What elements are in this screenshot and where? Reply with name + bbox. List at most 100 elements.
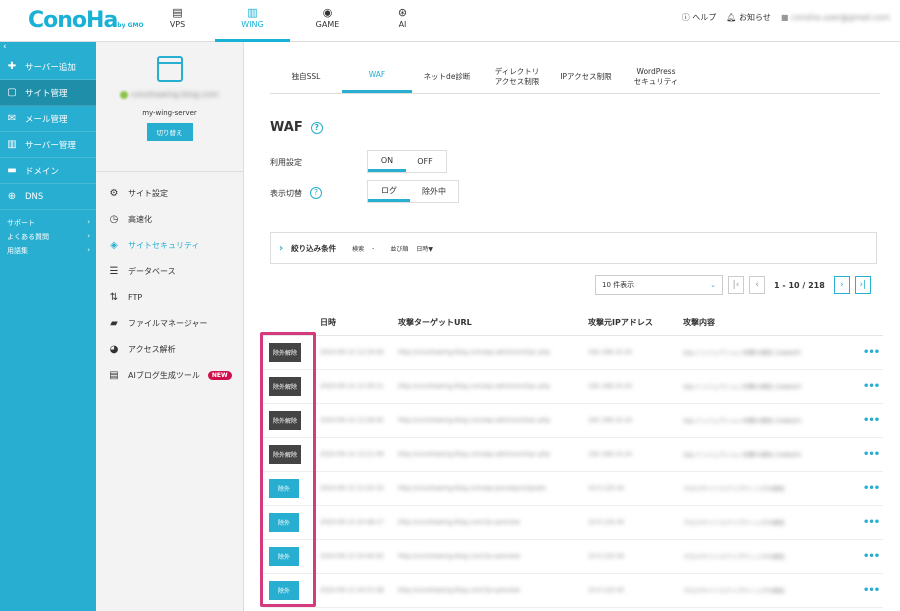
transfer-icon: ⇅ — [109, 291, 119, 303]
tab-wordpress-security[interactable]: WordPress セキュリティ — [620, 60, 692, 93]
help-icon[interactable]: ? — [310, 187, 322, 199]
row-attack: クロスサイトスクリプティングの検知 — [683, 588, 785, 595]
server-icon: ▥ — [7, 139, 17, 150]
view-log-option[interactable]: ログ — [368, 181, 410, 202]
menu-ftp[interactable]: ⇅ FTP — [96, 284, 243, 310]
switch-button[interactable]: 切り替え — [146, 123, 193, 141]
browser-window-icon — [156, 56, 183, 82]
row-attack: SQLインジェクション攻撃の検知 (OWASP) — [683, 452, 802, 459]
tab-waf[interactable]: WAF — [342, 60, 412, 93]
row-attack: SQLインジェクション攻撃の検知 (OWASP) — [683, 384, 802, 391]
menu-database[interactable]: ☰ データベース — [96, 258, 243, 284]
filter-search-label: 検索 — [352, 245, 365, 253]
chevron-down-icon: ⌄ — [710, 281, 716, 289]
server-domain: conohawing-blog.com — [96, 90, 243, 99]
view-label: 表示切替? — [270, 187, 322, 199]
first-page-icon: |‹ — [732, 280, 740, 290]
sidebar-item-server[interactable]: ▥ サーバー管理 — [0, 132, 96, 158]
view-excluded-option[interactable]: 除外中 — [410, 181, 458, 202]
highlight-box — [260, 332, 316, 607]
sidebar-item-add-server[interactable]: ✚ サーバー追加 — [0, 54, 96, 80]
service-nav: ▤ VPS ▥ WING ◉ GAME ⊛ AI — [140, 0, 440, 42]
mail-icon: ✉ — [7, 113, 17, 124]
sidebar-link-support[interactable]: サポート › — [7, 218, 90, 232]
usage-on-option[interactable]: ON — [368, 151, 406, 172]
more-options-icon[interactable]: ••• — [863, 517, 883, 528]
sidebar-item-mail[interactable]: ✉ メール管理 — [0, 106, 96, 132]
document-icon: ▤ — [109, 369, 119, 381]
row-attack: SQLインジェクション攻撃の検知 (OWASP) — [683, 350, 802, 357]
more-options-icon[interactable]: ••• — [863, 449, 883, 460]
filter-sort-value: 日時▼ — [416, 245, 433, 253]
more-options-icon[interactable]: ••• — [863, 483, 883, 494]
next-page-button[interactable]: › — [833, 276, 850, 294]
first-page-button[interactable]: |‹ — [728, 276, 744, 294]
menu-access-analysis[interactable]: ◕ アクセス解析 — [96, 336, 243, 362]
stopwatch-icon: ◷ — [109, 213, 119, 225]
more-options-icon[interactable]: ••• — [863, 347, 883, 358]
row-ip: 10.0.120.45 — [588, 587, 625, 594]
sidebar: ‹ ✚ サーバー追加 ▢ サイト管理 ✉ メール管理 ▥ サーバー管理 ▬ ドメイン ⊕ D… — [0, 42, 96, 611]
row-date: 2024-06-14 12:28:45 — [320, 416, 384, 424]
filter-bar[interactable]: › 絞り込み条件 検索 - 並び順 日時▼ — [270, 232, 877, 264]
column-ip: 攻撃元IPアドレス — [588, 318, 653, 327]
conoha-logo[interactable]: ConoHaby GMO — [28, 8, 144, 33]
more-options-icon[interactable]: ••• — [863, 551, 883, 562]
table-header: 日時 攻撃ターゲットURL 攻撃元IPアドレス 攻撃内容 — [263, 310, 883, 336]
more-options-icon[interactable]: ••• — [863, 585, 883, 596]
filter-sort-label: 並び順 — [390, 245, 409, 253]
row-attack: クロスサイトスクリプティングの検知 — [683, 486, 785, 493]
menu-speedup[interactable]: ◷ 高速化 — [96, 206, 243, 232]
menu-ai-blog[interactable]: ▤ AIブログ生成ツール NEW — [96, 362, 243, 388]
more-options-icon[interactable]: ••• — [863, 381, 883, 392]
nav-vps[interactable]: ▤ VPS — [140, 0, 215, 42]
menu-site-settings[interactable]: ⚙ サイト設定 — [96, 180, 243, 206]
row-date: 2024-06-13 21:02:33 — [320, 484, 384, 492]
table-row: 除外解除 2024-06-14 12:28:45 http://conohawing… — [263, 404, 883, 438]
tab-directory-access[interactable]: ディレクトリ アクセス制限 — [482, 60, 552, 93]
account-menu[interactable]: ■ conoha.user@gmail.com — [781, 13, 890, 22]
last-page-button[interactable]: ›| — [854, 276, 871, 294]
sidebar-item-domain[interactable]: ▬ ドメイン — [0, 158, 96, 184]
row-attack: クロスサイトスクリプティングの検知 — [683, 554, 785, 561]
prev-page-button[interactable]: ‹ — [749, 276, 765, 294]
domain-icon: ▬ — [7, 165, 17, 176]
notifications-link[interactable]: 🔔︎ お知らせ — [726, 12, 771, 23]
collapse-sidebar-button[interactable]: ‹ — [0, 42, 96, 54]
bell-icon: 🔔︎ — [726, 13, 737, 22]
more-options-icon[interactable]: ••• — [863, 415, 883, 426]
view-toggle: ログ 除外中 — [367, 180, 459, 203]
menu-file-manager[interactable]: ▰ ファイルマネージャー — [96, 310, 243, 336]
site-panel: conohawing-blog.com my-wing-server 切り替え … — [96, 42, 244, 611]
sidebar-link-faq[interactable]: よくある質問 › — [7, 232, 90, 246]
row-date: 2024-06-14 12:21:09 — [320, 450, 384, 458]
tab-net-diagnosis[interactable]: ネットde診断 — [412, 60, 482, 93]
last-page-icon: ›| — [859, 280, 867, 290]
row-url: http://conohawing-blog.com/?p=preview — [398, 519, 521, 526]
nav-game[interactable]: ◉ GAME — [290, 0, 365, 42]
chevron-right-icon: › — [839, 280, 844, 290]
nav-ai[interactable]: ⊛ AI — [365, 0, 440, 42]
user-icon: ■ — [780, 13, 789, 22]
usage-off-option[interactable]: OFF — [406, 151, 444, 172]
chevron-right-icon: › — [279, 242, 284, 254]
table-row: 除外 2024-06-13 20:31:58 http://conohawing-b… — [263, 574, 883, 608]
per-page-select[interactable]: 10 件表示 ⌄ — [595, 275, 723, 295]
sidebar-link-glossary[interactable]: 用語集 › — [7, 246, 90, 260]
help-link[interactable]: ⓘ ヘルプ — [682, 12, 717, 23]
shield-icon: ◈ — [110, 239, 118, 251]
nav-wing[interactable]: ▥ WING — [215, 0, 290, 42]
page-range: 1 - 10 / 218 — [774, 280, 825, 290]
help-icon[interactable]: ? — [310, 121, 323, 134]
filter-search-value: - — [372, 244, 375, 252]
menu-site-security[interactable]: ◈ サイトセキュリティ — [96, 232, 243, 258]
folder-icon: ▰ — [110, 317, 118, 329]
row-ip: 10.0.120.45 — [588, 519, 625, 526]
sidebar-item-site-management[interactable]: ▢ サイト管理 — [0, 80, 96, 106]
sidebar-item-dns[interactable]: ⊕ DNS — [0, 184, 96, 210]
tab-ssl[interactable]: 独自SSL — [270, 60, 342, 93]
tab-ip-access[interactable]: IPアクセス制限 — [552, 60, 620, 93]
row-ip: 192.168.10.24 — [588, 451, 632, 458]
site-icon: ▢ — [7, 87, 17, 98]
security-tabs: 独自SSL WAF ネットde診断 ディレクトリ アクセス制限 IPアクセス制限… — [270, 60, 880, 94]
